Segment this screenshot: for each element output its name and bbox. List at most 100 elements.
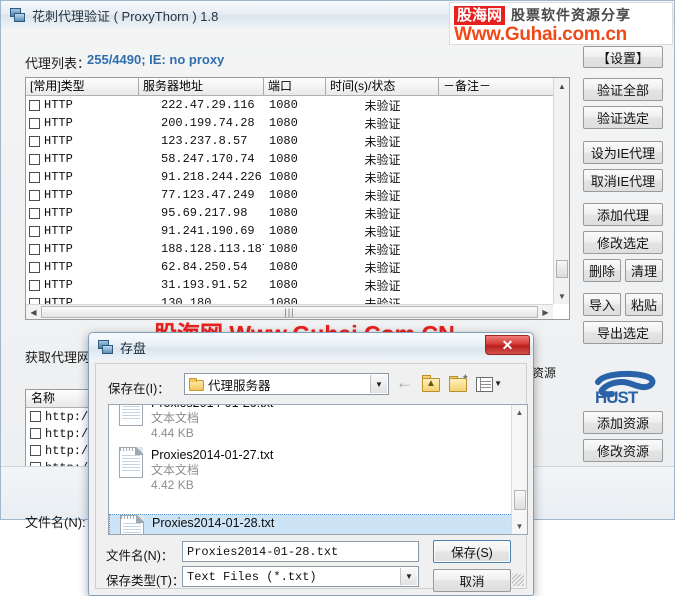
table-row[interactable]: HTTP 91.241.190.69 1080 未验证 — [26, 222, 569, 240]
watermark-url: Www.Guhai.com.cn — [454, 24, 627, 45]
row-checkbox[interactable] — [29, 153, 40, 165]
delete-button[interactable]: 删除 — [583, 259, 621, 282]
scroll-down-icon[interactable]: ▼ — [554, 288, 569, 304]
proxy-table-vertical-scrollbar[interactable]: ▲ ▼ — [553, 78, 569, 304]
row-checkbox[interactable] — [29, 279, 40, 291]
file-scroll-up-icon[interactable]: ▲ — [512, 405, 527, 420]
file-list[interactable]: Proxies2014-01-26.txt文本文档4.44 KBProxies2… — [108, 404, 528, 535]
dialog-filename-label: 文件名(N)： — [106, 549, 174, 563]
row-checkbox[interactable] — [29, 207, 40, 219]
table-row[interactable]: HTTP 95.69.217.98 1080 未验证 — [26, 204, 569, 222]
file-list-scrollbar[interactable]: ▲ ▼ — [511, 405, 527, 534]
file-scroll-down-icon[interactable]: ▼ — [512, 519, 527, 534]
table-row[interactable]: HTTP 77.123.47.249 1080 未验证 — [26, 186, 569, 204]
table-row[interactable]: HTTP 91.218.244.226 1080 未验证 — [26, 168, 569, 186]
set-ie-proxy-button[interactable]: 设为IE代理 — [583, 141, 663, 164]
cell-address: 62.84.250.54 — [161, 260, 248, 274]
vertical-scroll-thumb[interactable] — [556, 260, 568, 278]
views-icon[interactable]: ▼ — [474, 374, 502, 393]
source-row-checkbox[interactable] — [30, 445, 41, 456]
cancel-ie-proxy-button[interactable]: 取消IE代理 — [583, 169, 663, 192]
settings-button[interactable]: 【设置】 — [583, 46, 663, 68]
column-header-port[interactable]: 端口 — [264, 78, 326, 95]
resize-grip-icon[interactable] — [512, 574, 524, 586]
scroll-right-icon[interactable]: ▶ — [538, 305, 553, 319]
proxy-table[interactable]: [常用]类型 服务器地址 端口 时间(s)/状态 －备注－ HTTP 222.47… — [25, 77, 570, 320]
filetype-chevron-down-icon[interactable]: ▼ — [400, 568, 417, 585]
close-icon[interactable]: ✕ — [485, 335, 530, 355]
watermark-brand: 股海网 — [454, 5, 506, 25]
cell-type: HTTP — [44, 260, 73, 274]
proxy-list-label: 代理列表： — [25, 56, 91, 71]
column-header-status[interactable]: 时间(s)/状态 — [326, 78, 439, 95]
table-row[interactable]: HTTP 200.199.74.28 1080 未验证 — [26, 114, 569, 132]
proxy-table-horizontal-scrollbar[interactable]: ◀ ||| ▶ — [26, 304, 553, 319]
save-in-combo[interactable]: 代理服务器 ▼ — [184, 373, 389, 395]
table-row[interactable]: HTTP 58.247.170.74 1080 未验证 — [26, 150, 569, 168]
row-checkbox[interactable] — [29, 171, 40, 183]
dialog-filetype-label: 保存类型(T)： — [106, 574, 185, 588]
file-list-item[interactable]: Proxies2014-01-27.txt 文本文档 4.42 KB — [109, 447, 513, 513]
cell-status: 未验证 — [364, 116, 401, 131]
svg-text:HUST: HUST — [595, 388, 639, 407]
scroll-left-icon[interactable]: ◀ — [26, 305, 41, 319]
row-checkbox[interactable] — [29, 261, 40, 273]
table-row[interactable]: HTTP 222.47.29.116 1080 未验证 — [26, 96, 569, 114]
source-row-checkbox[interactable] — [30, 428, 41, 439]
export-selected-button[interactable]: 导出选定 — [583, 321, 663, 344]
dialog-toolbar: ▲ ✦ ▼ — [396, 373, 502, 393]
file-list-item[interactable]: Proxies2014-01-28.txt — [109, 514, 513, 534]
scroll-up-icon[interactable]: ▲ — [554, 78, 569, 94]
table-row[interactable]: HTTP 31.193.91.52 1080 未验证 — [26, 276, 569, 294]
paste-button[interactable]: 粘贴 — [625, 293, 663, 316]
modify-resource-button[interactable]: 修改资源 — [583, 439, 663, 462]
row-checkbox[interactable] — [29, 225, 40, 237]
row-checkbox[interactable] — [29, 99, 40, 111]
table-row[interactable]: HTTP 62.84.250.54 1080 未验证 — [26, 258, 569, 276]
cell-type: HTTP — [44, 98, 73, 112]
verify-selected-button[interactable]: 验证选定 — [583, 106, 663, 129]
cell-address: 222.47.29.116 — [161, 98, 255, 112]
clean-button[interactable]: 清理 — [625, 259, 663, 282]
file-size: 4.44 KB — [151, 426, 194, 440]
file-list-item[interactable]: Proxies2014-01-26.txt文本文档4.44 KB — [109, 405, 513, 447]
filetype-combo[interactable]: Text Files (*.txt) ▼ — [182, 566, 419, 587]
save-button[interactable]: 保存(S) — [433, 540, 511, 563]
modify-selected-button[interactable]: 修改选定 — [583, 231, 663, 254]
cell-status: 未验证 — [364, 98, 401, 113]
verify-all-button[interactable]: 验证全部 — [583, 78, 663, 101]
new-folder-icon[interactable]: ✦ — [447, 373, 469, 393]
cell-status: 未验证 — [364, 188, 401, 203]
row-checkbox[interactable] — [29, 117, 40, 129]
import-button[interactable]: 导入 — [583, 293, 621, 316]
column-header-note[interactable]: －备注－ — [439, 78, 569, 95]
chevron-down-icon[interactable]: ▼ — [370, 375, 387, 393]
horizontal-scroll-thumb[interactable]: ||| — [41, 306, 538, 318]
table-row[interactable]: HTTP 123.237.8.57 1080 未验证 — [26, 132, 569, 150]
row-checkbox[interactable] — [29, 135, 40, 147]
save-dialog-titlebar[interactable]: 存盘 ✕ — [89, 333, 533, 361]
add-resource-button[interactable]: 添加资源 — [583, 411, 663, 434]
row-checkbox[interactable] — [29, 243, 40, 255]
cell-address: 77.123.47.249 — [161, 188, 255, 202]
file-name: Proxies2014-01-26.txt — [151, 405, 273, 411]
main-filename-label: 文件名(N): — [25, 515, 86, 530]
cell-address: 188.128.113.187 — [161, 242, 264, 256]
source-row-checkbox[interactable] — [30, 411, 41, 422]
column-header-address[interactable]: 服务器地址 — [139, 78, 264, 95]
cancel-button[interactable]: 取消 — [433, 569, 511, 592]
column-header-type[interactable]: [常用]类型 — [26, 78, 139, 95]
up-folder-icon[interactable]: ▲ — [420, 374, 441, 393]
back-arrow-icon[interactable] — [396, 373, 414, 393]
cell-port: 1080 — [269, 98, 298, 112]
filename-input[interactable]: Proxies2014-01-28.txt — [182, 541, 419, 562]
file-scroll-thumb[interactable] — [514, 490, 526, 510]
save-dialog[interactable]: 存盘 ✕ 保存在(I)： 代理服务器 ▼ ▲ ✦ — [88, 332, 534, 596]
add-proxy-button[interactable]: 添加代理 — [583, 203, 663, 226]
cell-address: 31.193.91.52 — [161, 278, 248, 292]
row-checkbox[interactable] — [29, 189, 40, 201]
table-row[interactable]: HTTP 188.128.113.187 1080 未验证 — [26, 240, 569, 258]
cell-port: 1080 — [269, 278, 298, 292]
save-dialog-inner-frame: 保存在(I)： 代理服务器 ▼ ▲ ✦ ▼ — [95, 363, 528, 592]
cell-type: HTTP — [44, 242, 73, 256]
